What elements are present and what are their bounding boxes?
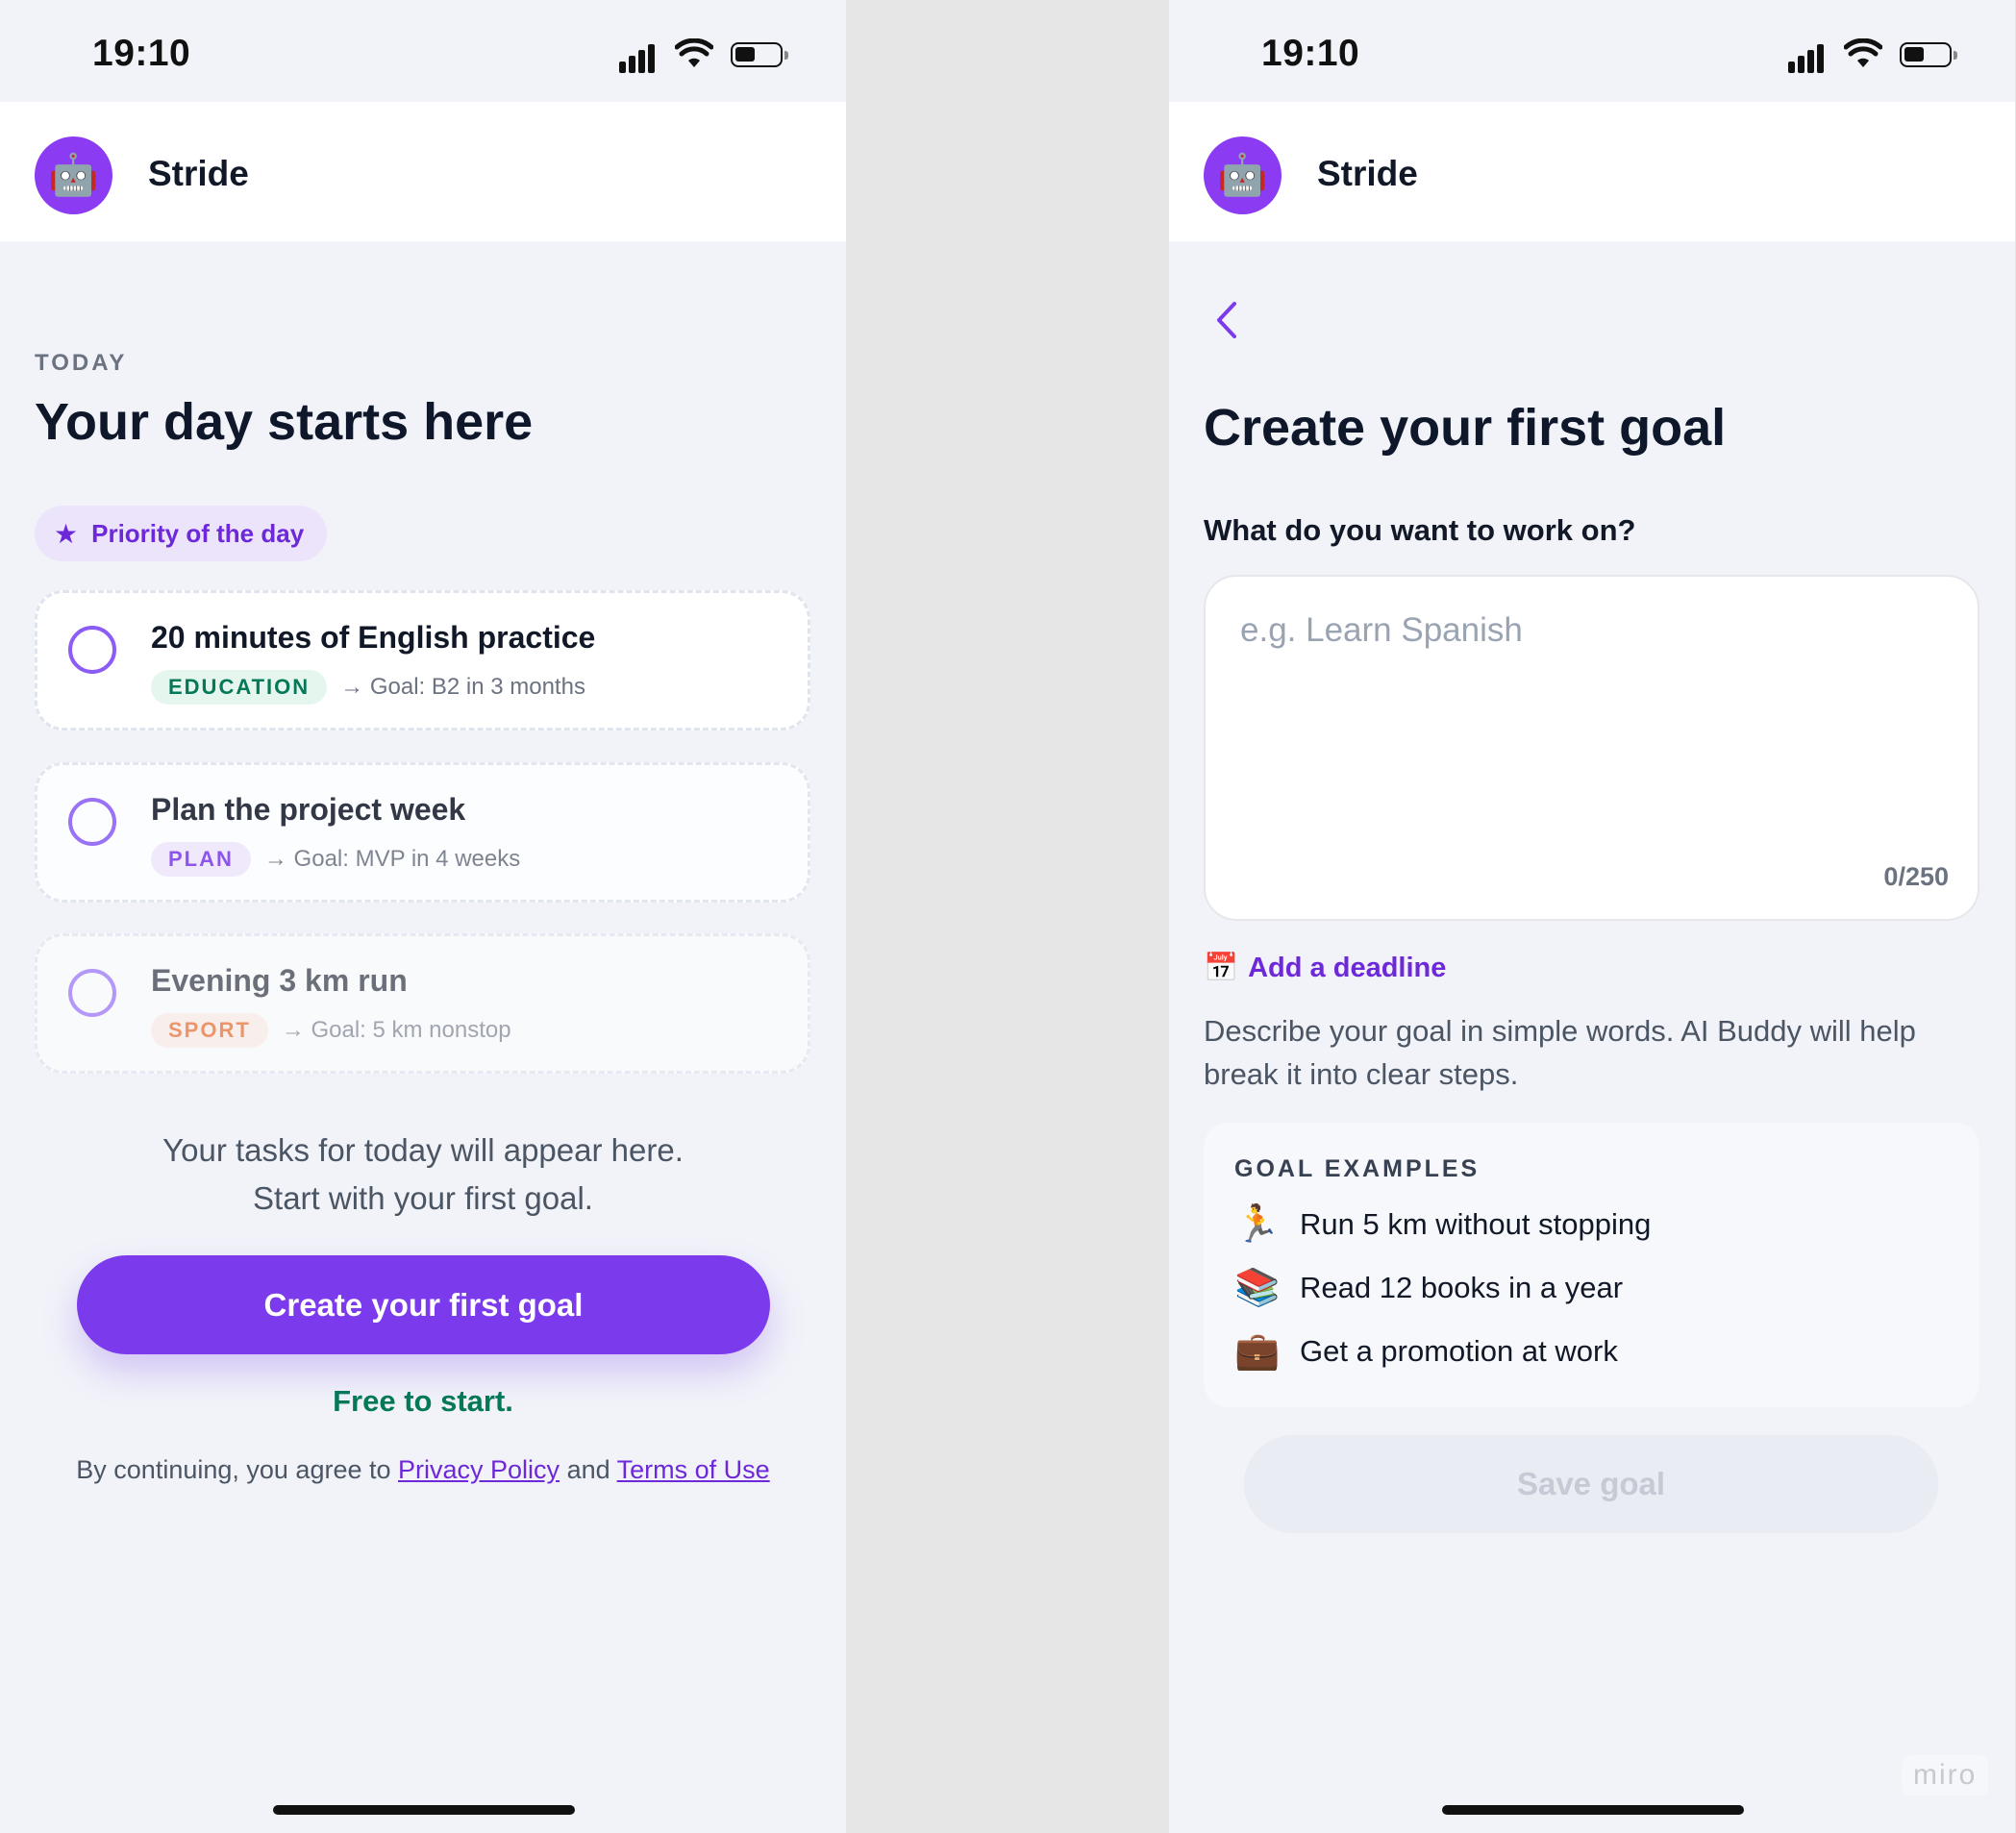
cellular-signal-icon bbox=[1788, 40, 1832, 73]
status-time: 19:10 bbox=[92, 33, 191, 74]
app-name: Stride bbox=[1317, 154, 1418, 193]
task-goal: → Goal: MVP in 4 weeks bbox=[263, 846, 521, 872]
free-note: Free to start. bbox=[333, 1384, 513, 1418]
section-label: TODAY bbox=[35, 350, 128, 376]
example-item[interactable]: 💼 Get a promotion at work bbox=[1234, 1330, 1618, 1373]
task-title: 20 minutes of English practice bbox=[151, 620, 596, 655]
app-header: 🤖 Stride bbox=[1169, 102, 2015, 241]
examples-label: GOAL EXAMPLES bbox=[1234, 1155, 1481, 1182]
priority-label: Priority of the day bbox=[91, 518, 305, 548]
task-tag: PLAN bbox=[151, 842, 251, 877]
home-indicator[interactable] bbox=[1442, 1805, 1744, 1815]
legal-and: and bbox=[566, 1455, 610, 1484]
books-icon: 📚 bbox=[1234, 1268, 1281, 1308]
app-header: 🤖 Stride bbox=[0, 102, 846, 241]
legal-prefix: By continuing, you agree to bbox=[76, 1455, 391, 1484]
cellular-signal-icon bbox=[619, 40, 663, 73]
goal-placeholder: e.g. Learn Spanish bbox=[1240, 611, 1523, 649]
status-bar: 19:10 bbox=[0, 0, 846, 102]
runner-icon: 🏃 bbox=[1234, 1204, 1281, 1245]
briefcase-icon: 💼 bbox=[1234, 1331, 1281, 1372]
terms-of-use-link[interactable]: Terms of Use bbox=[617, 1455, 770, 1484]
empty-state-text: Your tasks for today will appear here. S… bbox=[0, 1127, 846, 1223]
status-bar: 19:10 bbox=[1169, 0, 2015, 102]
character-counter: 0/250 bbox=[1883, 862, 1949, 891]
help-text: Describe your goal in simple words. AI B… bbox=[1204, 1014, 1916, 1091]
robot-icon[interactable]: 🤖 bbox=[35, 136, 112, 214]
add-deadline-label: Add a deadline bbox=[1248, 952, 1447, 983]
empty-state-line2: Start with your first goal. bbox=[253, 1180, 593, 1216]
page-title: Your day starts here bbox=[35, 393, 534, 451]
create-goal-screen: 19:10 🤖 Stride Create your first goal Wh… bbox=[1169, 0, 2015, 1833]
app-name: Stride bbox=[148, 154, 249, 193]
task-title: Evening 3 km run bbox=[151, 963, 408, 998]
page-title: Create your first goal bbox=[1204, 399, 1727, 457]
task-tag: SPORT bbox=[151, 1013, 268, 1048]
add-deadline-link[interactable]: 📅 Add a deadline bbox=[1204, 952, 1446, 984]
task-card[interactable]: Plan the project week PLAN → Goal: MVP i… bbox=[35, 762, 810, 903]
task-checkbox[interactable] bbox=[68, 969, 116, 1017]
task-card[interactable]: Evening 3 km run SPORT → Goal: 5 km nons… bbox=[35, 933, 810, 1074]
goal-textarea[interactable]: e.g. Learn Spanish 0/250 bbox=[1204, 575, 1979, 921]
save-goal-button[interactable]: Save goal bbox=[1244, 1435, 1938, 1533]
empty-state-line1: Your tasks for today will appear here. bbox=[162, 1132, 684, 1168]
example-item[interactable]: 🏃 Run 5 km without stopping bbox=[1234, 1203, 1651, 1246]
task-card[interactable]: 20 minutes of English practice EDUCATION… bbox=[35, 590, 810, 731]
home-indicator[interactable] bbox=[273, 1805, 575, 1815]
wifi-icon bbox=[1844, 38, 1882, 67]
goal-examples-card: GOAL EXAMPLES 🏃 Run 5 km without stoppin… bbox=[1204, 1123, 1979, 1407]
battery-icon bbox=[731, 42, 788, 67]
task-goal: → Goal: B2 in 3 months bbox=[340, 674, 585, 700]
example-text: Get a promotion at work bbox=[1300, 1334, 1618, 1368]
create-goal-button[interactable]: Create your first goal bbox=[77, 1255, 770, 1354]
star-icon: ★ bbox=[54, 518, 79, 549]
today-screen: 19:10 🤖 Stride TODAY Your day starts her… bbox=[0, 0, 846, 1833]
robot-icon[interactable]: 🤖 bbox=[1204, 136, 1282, 214]
task-tag: EDUCATION bbox=[151, 670, 328, 705]
back-chevron-icon[interactable] bbox=[1213, 300, 1240, 340]
task-title: Plan the project week bbox=[151, 792, 466, 827]
battery-icon bbox=[1900, 42, 1957, 67]
calendar-icon: 📅 bbox=[1204, 953, 1239, 983]
example-item[interactable]: 📚 Read 12 books in a year bbox=[1234, 1267, 1623, 1309]
wifi-icon bbox=[675, 38, 713, 67]
example-text: Run 5 km without stopping bbox=[1300, 1207, 1652, 1241]
task-checkbox[interactable] bbox=[68, 798, 116, 846]
task-goal: → Goal: 5 km nonstop bbox=[281, 1017, 511, 1043]
status-time: 19:10 bbox=[1261, 33, 1360, 74]
watermark: miro bbox=[1902, 1755, 1989, 1796]
field-label: What do you want to work on? bbox=[1204, 513, 1636, 547]
legal-text: By continuing, you agree to Privacy Poli… bbox=[0, 1455, 846, 1485]
privacy-policy-link[interactable]: Privacy Policy bbox=[398, 1455, 560, 1484]
example-text: Read 12 books in a year bbox=[1300, 1271, 1624, 1304]
task-checkbox[interactable] bbox=[68, 626, 116, 674]
priority-badge: ★ Priority of the day bbox=[35, 506, 328, 561]
